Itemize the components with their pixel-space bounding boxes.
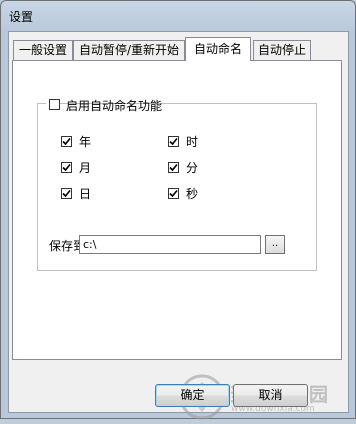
auto-name-panel: 启用自动命名功能 年 月 日 时 分 秒 保存到 c:\ .. — [12, 60, 342, 360]
second-label: 秒 — [186, 187, 199, 201]
enable-auto-name-label: 启用自动命名功能 — [66, 99, 163, 113]
minute-label: 分 — [186, 161, 199, 175]
day-checkbox[interactable] — [61, 188, 72, 199]
checkmark-icon — [169, 137, 178, 146]
hour-label: 时 — [186, 135, 199, 149]
checkmark-icon — [62, 163, 71, 172]
settings-window: 设置 一般设置 自动暂停/重新开始 自动命名 自动停止 启用自动命名功能 年 月… — [0, 0, 356, 420]
save-path-input[interactable] — [79, 235, 261, 254]
window-title: 设置 — [9, 10, 34, 24]
month-checkbox[interactable] — [61, 162, 72, 173]
tab-auto-stop[interactable]: 自动停止 — [253, 40, 311, 60]
checkmark-icon — [62, 137, 71, 146]
year-label: 年 — [79, 135, 92, 149]
ok-button[interactable]: 确定 — [155, 384, 230, 407]
checkmark-icon — [169, 189, 178, 198]
enable-auto-name-checkbox[interactable] — [49, 99, 60, 110]
month-label: 月 — [79, 161, 92, 175]
hour-checkbox[interactable] — [168, 136, 179, 147]
year-checkbox[interactable] — [61, 136, 72, 147]
checkmark-icon — [169, 163, 178, 172]
second-checkbox[interactable] — [168, 188, 179, 199]
minute-checkbox[interactable] — [168, 162, 179, 173]
tab-general[interactable]: 一般设置 — [13, 40, 73, 60]
title-bar[interactable]: 设置 — [1, 1, 356, 31]
browse-button[interactable]: .. — [265, 235, 285, 254]
tab-auto-name[interactable]: 自动命名 — [185, 37, 251, 61]
tab-label: 自动命名 — [193, 42, 242, 56]
tab-label: 自动停止 — [257, 43, 306, 57]
dialog-client-area: 一般设置 自动暂停/重新开始 自动命名 自动停止 启用自动命名功能 年 月 日 … — [8, 31, 349, 420]
tab-label: 自动暂停/重新开始 — [78, 43, 180, 57]
tab-label: 一般设置 — [18, 43, 67, 57]
tab-auto-pause[interactable]: 自动暂停/重新开始 — [73, 40, 185, 60]
checkmark-icon — [62, 189, 71, 198]
day-label: 日 — [79, 187, 92, 201]
cancel-button[interactable]: 取消 — [233, 384, 308, 407]
enable-auto-name-legend: 启用自动命名功能 — [46, 97, 162, 113]
